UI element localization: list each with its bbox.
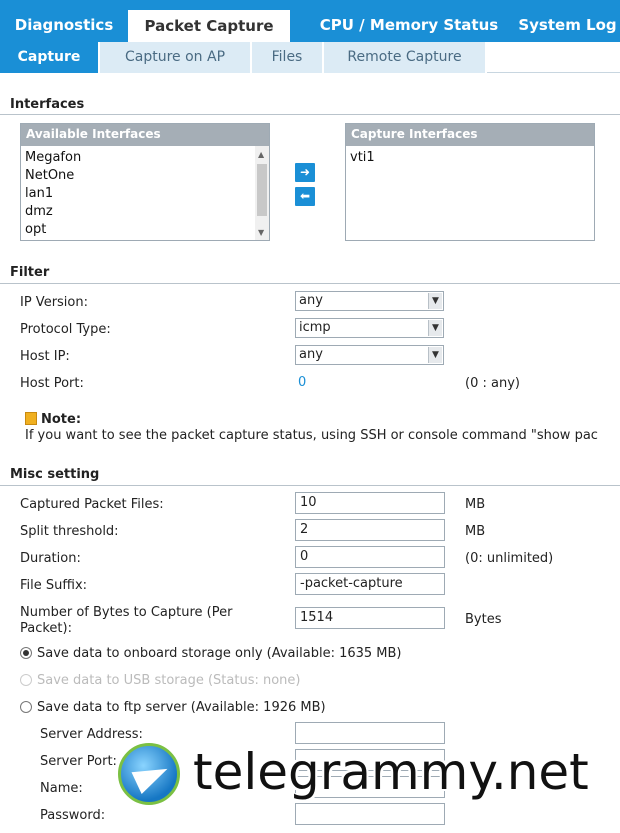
chevron-down-icon[interactable]: ▼ [428, 347, 442, 363]
chevron-down-icon[interactable]: ▼ [428, 320, 442, 336]
watermark-text: telegrammy.net [193, 743, 589, 801]
filter-section-title: Filter [10, 265, 50, 280]
section-divider [0, 114, 620, 115]
server-port-label: Server Port: [40, 754, 117, 769]
subtab-remote-capture[interactable]: Remote Capture [324, 42, 487, 73]
host-port-hint: (0 : any) [465, 376, 520, 391]
captured-files-input[interactable]: 10 [295, 492, 445, 514]
host-port-label: Host Port: [20, 376, 84, 391]
file-suffix-input[interactable]: -packet-capture [295, 573, 445, 595]
watermark: telegrammy.net [115, 740, 615, 810]
list-item[interactable]: opt [21, 221, 269, 239]
host-ip-value: any [299, 347, 323, 362]
captured-files-unit: MB [465, 497, 486, 512]
tab-system-log[interactable]: System Log [515, 0, 620, 42]
note-title-text: Note: [41, 412, 82, 427]
subtab-capture-on-ap[interactable]: Capture on AP [100, 42, 252, 73]
radio-ftp-server[interactable]: Save data to ftp server (Available: 1926… [20, 700, 326, 715]
protocol-type-label: Protocol Type: [20, 322, 111, 337]
captured-files-label: Captured Packet Files: [20, 497, 164, 512]
host-ip-label: Host IP: [20, 349, 70, 364]
radio-usb-label: Save data to USB storage (Status: none) [37, 673, 301, 688]
ip-version-value: any [299, 293, 323, 308]
ip-version-select[interactable]: any ▼ [295, 291, 444, 311]
note-text: If you want to see the packet capture st… [25, 428, 598, 443]
duration-label: Duration: [20, 551, 81, 566]
radio-onboard-label: Save data to onboard storage only (Avail… [37, 646, 402, 661]
host-port-value[interactable]: 0 [298, 375, 306, 390]
note-icon [25, 412, 37, 425]
duration-input[interactable]: 0 [295, 546, 445, 568]
note-title: Note: [25, 412, 81, 427]
protocol-type-value: icmp [299, 320, 331, 335]
telegram-logo-icon [118, 743, 180, 805]
available-interfaces-header: Available Interfaces [21, 124, 269, 146]
host-ip-select[interactable]: any ▼ [295, 345, 444, 365]
subtab-files[interactable]: Files [252, 42, 324, 73]
split-threshold-unit: MB [465, 524, 486, 539]
file-suffix-label: File Suffix: [20, 578, 88, 593]
misc-section-title: Misc setting [10, 467, 100, 482]
split-threshold-label: Split threshold: [20, 524, 119, 539]
move-right-button[interactable]: ➜ [295, 163, 315, 182]
scroll-thumb[interactable] [257, 164, 267, 216]
list-item[interactable]: vti1 [346, 149, 594, 167]
section-divider [0, 485, 620, 486]
ip-version-label: IP Version: [20, 295, 88, 310]
list-item[interactable]: dmz [21, 203, 269, 221]
bytes-label-line-1: Number of Bytes to Capture (Per [20, 605, 233, 620]
list-scrollbar[interactable]: ▲ ▼ [255, 146, 269, 240]
scroll-up-icon[interactable]: ▲ [258, 150, 264, 159]
bytes-to-capture-label: Number of Bytes to Capture (Per Packet): [20, 605, 232, 637]
radio-usb-storage: Save data to USB storage (Status: none) [20, 673, 301, 688]
tab-diagnostics[interactable]: Diagnostics [0, 0, 128, 42]
radio-onboard-storage[interactable]: Save data to onboard storage only (Avail… [20, 646, 402, 661]
radio-ftp-label: Save data to ftp server (Available: 1926… [37, 700, 326, 715]
duration-hint: (0: unlimited) [465, 551, 554, 566]
capture-interfaces-header: Capture Interfaces [346, 124, 594, 146]
tab-cpu-memory-status[interactable]: CPU / Memory Status [318, 0, 500, 42]
name-label: Name: [40, 781, 83, 796]
interfaces-section-title: Interfaces [10, 97, 85, 112]
scroll-down-icon[interactable]: ▼ [258, 228, 264, 237]
subtab-capture[interactable]: Capture [0, 42, 100, 73]
top-tab-bar: Diagnostics Packet Capture CPU / Memory … [0, 0, 620, 42]
bytes-to-capture-input[interactable]: 1514 [295, 607, 445, 629]
list-item[interactable]: NetOne [21, 167, 269, 185]
password-label: Password: [40, 808, 106, 823]
tab-packet-capture[interactable]: Packet Capture [128, 10, 290, 42]
protocol-type-select[interactable]: icmp ▼ [295, 318, 444, 338]
bytes-label-line-2: Packet): [20, 621, 72, 636]
list-item[interactable]: lan1 [21, 185, 269, 203]
radio-checked-icon[interactable] [20, 647, 32, 659]
split-threshold-input[interactable]: 2 [295, 519, 445, 541]
list-item[interactable]: Megafon [21, 149, 269, 167]
paper-plane-icon [131, 757, 173, 795]
capture-interfaces-list[interactable]: Capture Interfaces vti1 [345, 123, 595, 241]
radio-icon [20, 674, 32, 686]
sub-tab-bar: Capture Capture on AP Files Remote Captu… [0, 42, 620, 73]
radio-icon[interactable] [20, 701, 32, 713]
chevron-down-icon[interactable]: ▼ [428, 293, 442, 309]
available-interfaces-list[interactable]: Available Interfaces Megafon NetOne lan1… [20, 123, 270, 241]
bytes-unit: Bytes [465, 612, 502, 627]
section-divider [0, 283, 620, 284]
move-left-button[interactable]: ⬅ [295, 187, 315, 206]
